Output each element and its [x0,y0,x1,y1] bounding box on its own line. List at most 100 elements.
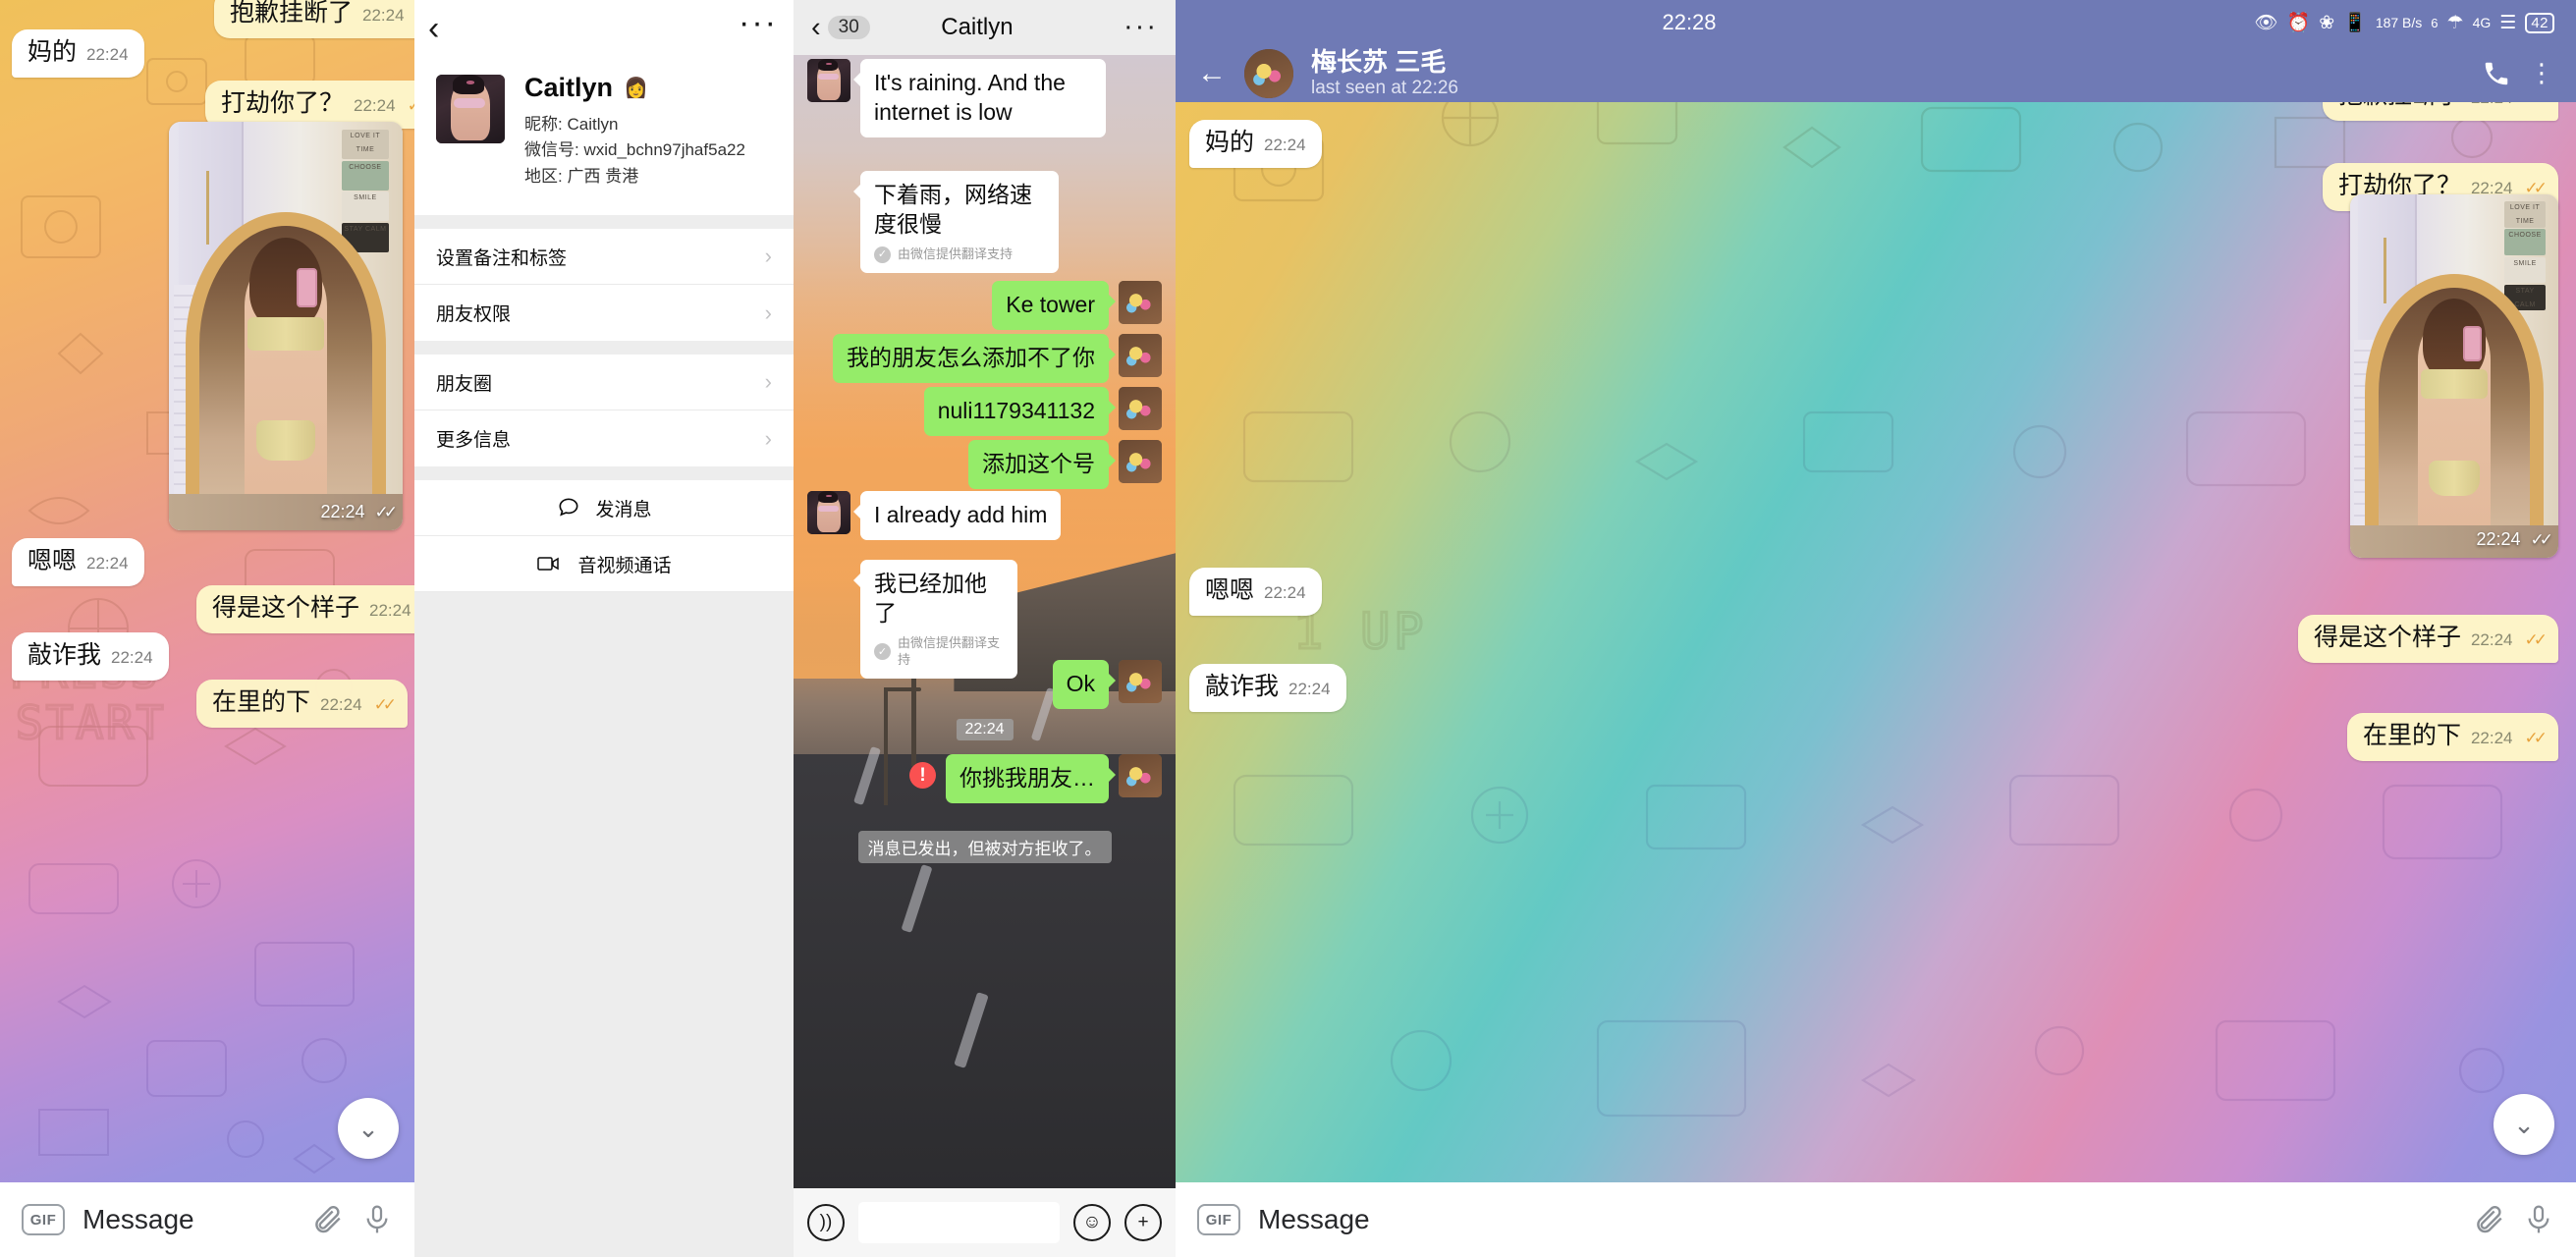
message-row-translation[interactable]: 我已经加他了 ✓ 由微信提供翻译支持 [853,560,1017,679]
read-ticks-icon: ✓✓ [407,96,414,115]
message-input-placeholder[interactable]: Message [1258,1204,2454,1235]
message-bubble-in[interactable]: 妈的 22:24 [1189,120,1322,168]
message-bubble-out[interactable]: 在里的下 22:24 ✓✓ [196,680,409,728]
row-set-remark-and-tags[interactable]: 设置备注和标签 › [414,229,794,286]
back-chevron-icon[interactable]: ‹ [811,13,821,42]
panel-telegram-left: PRESS START 抱歉挂断了 22:24 ✓✓ 妈的 22:24 打劫你了… [0,0,414,1257]
gif-button[interactable]: GIF [22,1204,65,1235]
message-bubble-out[interactable]: 你挑我朋友… [946,754,1116,803]
message-bubble-out[interactable]: 抱歉挂断了 22:24 ✓✓ [2322,102,2558,121]
profile-name-row: Caitlyn 👩 [524,73,745,103]
message-input-bar[interactable]: GIF Message [0,1182,414,1257]
photo-timestamp: 22:24 ✓✓ [2476,529,2552,550]
message-bubble-out[interactable]: 我的朋友怎么添加不了你 [833,334,1116,383]
message-text: 抱歉挂断了 [2338,102,2461,110]
video-call-button[interactable]: 音视频通话 [414,536,794,593]
message-row-out[interactable]: nuli1179341132 [923,387,1162,436]
read-ticks-icon: ✓✓ [2524,729,2548,747]
message-bubble-in[interactable]: 妈的 22:24 [12,29,144,78]
message-input-placeholder[interactable]: Message [82,1204,293,1235]
message-bubble-in[interactable]: 嗯嗯 22:24 [1189,568,1322,616]
scroll-to-bottom-button[interactable]: ⌄ [338,1098,399,1159]
more-dots-icon[interactable]: ··· [739,6,778,39]
message-time: 22:24 [1264,583,1306,602]
scroll-to-bottom-button[interactable]: ⌄ [2494,1094,2554,1155]
avatar-self[interactable] [1119,334,1162,377]
message-bubble-out[interactable]: nuli1179341132 [923,387,1117,436]
message-input[interactable] [858,1202,1060,1243]
vertical-dots-icon[interactable]: ⋮ [2529,61,2554,85]
message-bubble-translated[interactable]: 下着雨，网络速度很慢 ✓ 由微信提供翻译支持 [853,171,1059,273]
phone-icon[interactable] [2482,59,2511,88]
net-speed-label: 187 B/s [2375,15,2423,30]
message-input-bar[interactable]: )) ☺ + [794,1188,1176,1257]
message-bubble-in[interactable]: 敲诈我 22:24 [12,632,169,681]
photo-timestamp: 22:24 ✓✓ [320,502,397,522]
chat-header: 22:28 👁 ⏰ ❀ 📱 187 B/s 6 ☂ 4G ☰ 42 ← 梅长苏 … [1176,0,2576,102]
message-row-out[interactable]: Ke tower [992,281,1162,330]
avatar-self[interactable] [1119,660,1162,703]
message-row-out[interactable]: 添加这个号 [968,440,1162,489]
message-bubble-in[interactable]: 敲诈我 22:24 [1189,664,1346,712]
mirror-selfie-image: LOVE IT TIME CHOOSE SMILE STAY CALM [2350,194,2558,558]
row-friend-permissions[interactable]: 朋友权限 › [414,285,794,342]
plus-circle-icon[interactable]: + [1124,1204,1162,1241]
read-ticks-icon: ✓✓ [2524,630,2548,649]
message-bubble-translated[interactable]: 我已经加他了 ✓ 由微信提供翻译支持 [853,560,1017,679]
gif-button[interactable]: GIF [1197,1204,1240,1235]
message-text: 妈的 [27,38,78,66]
message-text: 在里的下 [212,688,311,716]
avatar[interactable] [807,59,850,102]
contact-status: last seen at 22:26 [1311,78,1458,99]
message-bubble-photo[interactable]: LOVE IT TIME CHOOSE SMILE STAY CALM 22:24 ✓… [2350,194,2558,558]
message-bubble-out[interactable]: 得是这个样子 22:24 ✓✓ [196,585,414,633]
row-moments[interactable]: 朋友圈 › [414,355,794,411]
message-text: 嗯嗯 [1205,576,1255,604]
chevron-right-icon: › [764,425,772,451]
message-bubble-out[interactable]: 在里的下 22:24 ✓✓ [2346,713,2558,761]
panel-telegram-right: 1 UP 22:28 👁 ⏰ ❀ 📱 187 B/s 6 ☂ 4G ☰ 42 ←… [1176,0,2576,1257]
avatar-self[interactable] [1119,387,1162,430]
message-bubble-in[interactable]: I already add him [852,491,1062,540]
message-bubble-out[interactable]: Ok [1052,660,1117,709]
avatar[interactable] [436,75,505,143]
message-row-translation[interactable]: 下着雨，网络速度很慢 ✓ 由微信提供翻译支持 [853,171,1059,273]
avatar[interactable] [1244,49,1293,98]
avatar-self[interactable] [1119,754,1162,797]
message-input-bar[interactable]: GIF Message [1176,1182,2576,1257]
message-row-in[interactable]: I already add him [807,491,1062,540]
smiley-icon[interactable]: ☺ [1073,1204,1111,1241]
message-row-out[interactable]: Ok [1052,660,1162,709]
message-bubble-in[interactable]: It's raining. And the internet is low [853,59,1106,137]
chevron-down-icon: ⌄ [357,1113,379,1143]
row-more-info[interactable]: 更多信息 › [414,410,794,467]
back-chevron-icon[interactable]: ‹ [428,12,439,45]
message-bubble-out[interactable]: Ke tower [992,281,1116,330]
gif-label: GIF [29,1211,57,1229]
female-icon: 👩 [624,78,648,99]
microphone-icon[interactable] [2523,1204,2554,1235]
row-label: 朋友圈 [436,373,493,395]
message-bubble-in[interactable]: 嗯嗯 22:24 [12,538,144,586]
send-error-icon[interactable]: ! [909,762,936,789]
message-bubble-out[interactable]: 抱歉挂断了 22:24 ✓✓ [214,0,414,38]
action-label: 音视频通话 [577,555,672,576]
avatar-self[interactable] [1119,440,1162,483]
send-message-button[interactable]: 发消息 [414,480,794,537]
avatar-self[interactable] [1119,281,1162,324]
message-row-out-failed[interactable]: ! 你挑我朋友… [909,754,1162,803]
back-arrow-icon[interactable]: ← [1197,59,1227,88]
avatar[interactable] [807,491,850,534]
more-dots-icon[interactable]: ··· [1124,12,1158,41]
microphone-icon[interactable] [361,1204,393,1235]
paperclip-icon[interactable] [2472,1203,2505,1236]
message-bubble-photo[interactable]: LOVE IT TIME CHOOSE SMILE STAY CALM 22:24 ✓… [169,122,403,530]
message-bubble-out[interactable]: 添加这个号 [968,440,1116,489]
message-row-out[interactable]: 我的朋友怎么添加不了你 [833,334,1162,383]
paperclip-icon[interactable] [310,1203,344,1236]
message-row-in[interactable]: It's raining. And the internet is low [807,59,1106,137]
message-bubble-out[interactable]: 得是这个样子 22:24 ✓✓ [2297,615,2558,663]
message-text: It's raining. And the internet is low [874,70,1066,125]
voice-wave-icon[interactable]: )) [807,1204,845,1241]
message-time: 22:24 [86,554,129,573]
